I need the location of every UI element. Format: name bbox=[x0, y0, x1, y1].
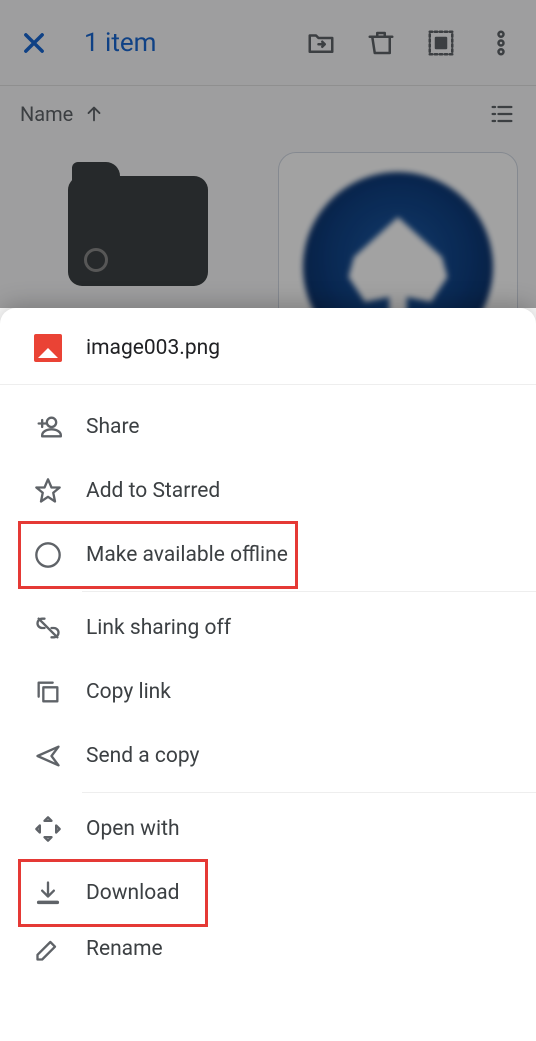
sheet-filename: image003.png bbox=[86, 336, 220, 360]
selection-toolbar: 1 item bbox=[0, 0, 536, 86]
download-icon bbox=[34, 879, 62, 907]
menu-send-copy[interactable]: Send a copy bbox=[0, 724, 536, 788]
menu-divider bbox=[82, 591, 536, 592]
open-with-icon bbox=[34, 815, 62, 843]
more-icon[interactable] bbox=[486, 28, 516, 58]
menu-share[interactable]: Share bbox=[0, 395, 536, 459]
menu-offline-label: Make available offline bbox=[86, 543, 288, 567]
menu-divider bbox=[82, 792, 536, 793]
menu-star-label: Add to Starred bbox=[86, 479, 220, 503]
delete-icon[interactable] bbox=[366, 28, 396, 58]
menu-link-sharing-label: Link sharing off bbox=[86, 616, 231, 640]
menu-offline[interactable]: Make available offline bbox=[0, 523, 536, 587]
sort-by-name[interactable]: Name bbox=[20, 102, 488, 126]
arrow-up-icon bbox=[83, 103, 105, 125]
send-icon bbox=[34, 742, 62, 770]
menu-link-sharing[interactable]: Link sharing off bbox=[0, 596, 536, 660]
background-content: 1 item Name bbox=[0, 0, 536, 308]
sort-label-text: Name bbox=[20, 102, 73, 126]
sort-row: Name bbox=[0, 86, 536, 142]
offline-icon bbox=[34, 541, 62, 569]
bottom-sheet: image003.png Share Add to Starred Make a… bbox=[0, 308, 536, 1041]
list-view-icon[interactable] bbox=[488, 100, 516, 128]
person-add-icon bbox=[34, 413, 62, 441]
image-file-icon bbox=[34, 334, 62, 362]
move-icon[interactable] bbox=[306, 28, 336, 58]
sheet-header: image003.png bbox=[0, 308, 536, 385]
menu-rename-label: Rename bbox=[86, 937, 163, 961]
menu-download-label: Download bbox=[86, 881, 180, 905]
menu-rename[interactable]: Rename bbox=[0, 925, 536, 965]
menu-share-label: Share bbox=[86, 415, 140, 439]
menu-star[interactable]: Add to Starred bbox=[0, 459, 536, 523]
link-off-icon bbox=[34, 614, 62, 642]
select-all-icon[interactable] bbox=[426, 28, 456, 58]
rename-icon bbox=[34, 935, 62, 963]
copy-icon bbox=[34, 678, 62, 706]
star-icon bbox=[34, 477, 62, 505]
menu-open-with[interactable]: Open with bbox=[0, 797, 536, 861]
close-icon[interactable] bbox=[20, 29, 48, 57]
menu-send-copy-label: Send a copy bbox=[86, 744, 199, 768]
menu-copy-link-label: Copy link bbox=[86, 680, 171, 704]
menu-copy-link[interactable]: Copy link bbox=[0, 660, 536, 724]
action-menu: Share Add to Starred Make available offl… bbox=[0, 385, 536, 975]
menu-download[interactable]: Download bbox=[0, 861, 536, 925]
menu-open-with-label: Open with bbox=[86, 817, 180, 841]
selection-count: 1 item bbox=[84, 28, 306, 58]
